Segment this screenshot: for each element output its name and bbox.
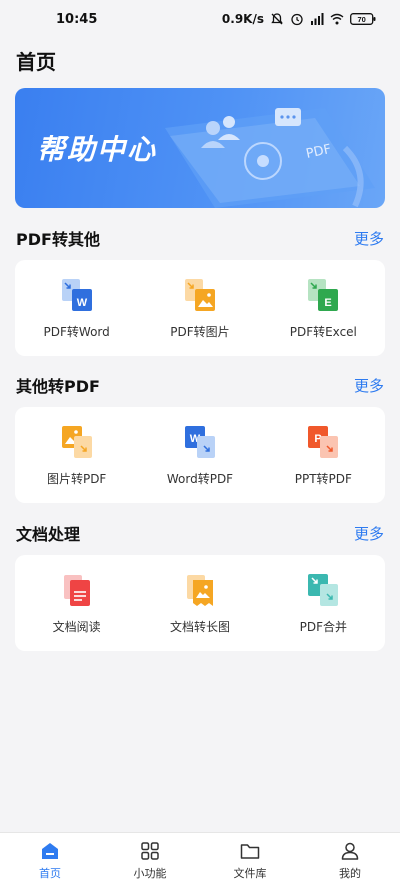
wifi-icon <box>330 13 344 25</box>
section-document-processing-header: 文档处理 更多 <box>16 521 384 545</box>
svg-text:W: W <box>76 297 87 309</box>
nav-item-file-library[interactable]: 文件库 <box>200 840 300 881</box>
more-link[interactable]: 更多 <box>354 523 384 544</box>
tool-document-read[interactable]: 文档阅读 <box>17 572 137 635</box>
network-speed: 0.9K/s <box>221 12 264 26</box>
tool-label: Word转PDF <box>166 471 234 486</box>
nav-item-profile[interactable]: 我的 <box>300 840 400 881</box>
status-bar: 10:45 0.9K/s 70 <box>0 0 400 38</box>
home-icon <box>42 843 58 859</box>
pdf-merge-icon <box>308 573 339 606</box>
tool-label: 文档转长图 <box>169 619 230 634</box>
tool-image-to-pdf[interactable]: 图片转PDF <box>17 424 137 487</box>
page-title: 首页 <box>16 50 56 74</box>
tool-label: 图片转PDF <box>46 471 107 486</box>
tool-label: PDF转图片 <box>170 324 230 339</box>
tool-label: PDF转Excel <box>289 324 357 339</box>
image-to-pdf-icon <box>61 425 92 458</box>
tool-label: PPT转PDF <box>294 471 352 486</box>
nav-label: 我的 <box>339 867 361 880</box>
nav-label: 文件库 <box>233 867 267 880</box>
more-link[interactable]: 更多 <box>354 375 384 396</box>
section-title: 文档处理 <box>16 525 81 544</box>
tool-label: PDF转Word <box>43 324 110 339</box>
section-other-to-pdf-header: 其他转PDF 更多 <box>16 373 384 397</box>
tool-ppt-to-pdf[interactable]: P PPT转PDF <box>263 424 383 487</box>
nav-item-tools[interactable]: 小功能 <box>100 840 200 881</box>
tool-pdf-to-word[interactable]: W PDF转Word <box>17 277 137 340</box>
grid-icon <box>141 842 159 860</box>
alarm-icon <box>291 13 303 26</box>
section-title: PDF转其他 <box>16 230 100 249</box>
battery-icon: 70 <box>350 13 376 25</box>
more-link[interactable]: 更多 <box>354 228 384 249</box>
document-read-icon <box>63 574 90 606</box>
svg-text:E: E <box>325 297 332 309</box>
tool-document-to-long-image[interactable]: 文档转长图 <box>140 572 260 635</box>
section-title: 其他转PDF <box>16 377 100 396</box>
document-to-long-image-icon <box>186 574 213 606</box>
nav-label: 小功能 <box>133 867 167 880</box>
status-time: 10:45 <box>56 11 98 27</box>
banner-title: 帮助中心 <box>37 133 158 166</box>
battery-level: 70 <box>358 15 366 24</box>
pdf-to-image-icon <box>184 278 215 311</box>
help-center-banner[interactable]: PDF 帮助中心 <box>15 88 385 208</box>
pdf-to-other-card: W PDF转Word PDF转图片 E PDF转Excel <box>15 260 385 356</box>
nav-label: 首页 <box>39 867 61 880</box>
tool-label: 文档阅读 <box>52 619 101 634</box>
word-to-pdf-icon: W <box>184 425 215 458</box>
signal-icon <box>311 13 324 25</box>
tool-pdf-to-excel[interactable]: E PDF转Excel <box>263 277 383 340</box>
tool-label: PDF合并 <box>299 619 347 634</box>
tool-pdf-merge[interactable]: PDF合并 <box>263 572 383 635</box>
section-pdf-to-other-header: PDF转其他 更多 <box>16 226 384 250</box>
pdf-to-excel-icon: E <box>308 278 339 311</box>
user-icon <box>341 842 359 860</box>
status-indicators: 0.9K/s 70 <box>222 12 376 26</box>
other-to-pdf-card: 图片转PDF W Word转PDF P PPT转PDF <box>15 407 385 503</box>
folder-icon <box>240 844 260 859</box>
nav-item-home[interactable]: 首页 <box>0 840 100 881</box>
document-processing-card: 文档阅读 文档转长图 PDF合并 <box>15 555 385 651</box>
mute-icon <box>271 13 283 25</box>
tool-pdf-to-image[interactable]: PDF转图片 <box>140 277 260 340</box>
ppt-to-pdf-icon: P <box>308 425 339 458</box>
tool-word-to-pdf[interactable]: W Word转PDF <box>140 424 260 487</box>
bottom-navigation: 首页 小功能 文件库 我的 <box>0 832 400 888</box>
pdf-to-word-icon: W <box>61 278 92 311</box>
